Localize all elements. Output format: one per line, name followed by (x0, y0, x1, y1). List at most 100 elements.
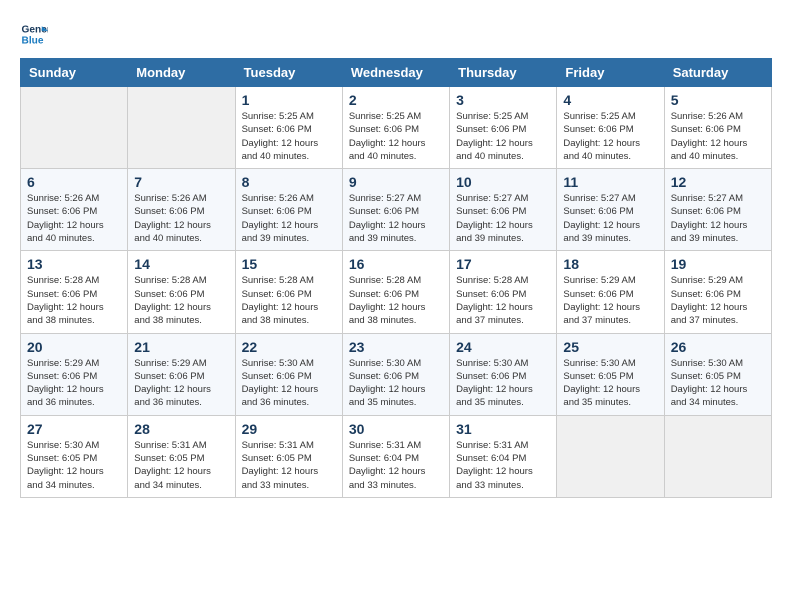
calendar-cell: 12Sunrise: 5:27 AM Sunset: 6:06 PM Dayli… (664, 169, 771, 251)
day-info: Sunrise: 5:30 AM Sunset: 6:05 PM Dayligh… (563, 357, 657, 410)
day-info: Sunrise: 5:25 AM Sunset: 6:06 PM Dayligh… (456, 110, 550, 163)
calendar-cell: 3 Sunrise: 5:25 AM Sunset: 6:06 PM Daylig… (450, 87, 557, 169)
day-number: 15 (242, 256, 336, 272)
calendar-cell: 28 Sunrise: 5:31 AM Sunset: 6:05 PM Dayli… (128, 415, 235, 497)
day-info: Sunrise: 5:30 AM Sunset: 6:06 PM Dayligh… (349, 357, 443, 410)
day-number: 24 (456, 339, 550, 355)
day-of-week-header: Monday (128, 59, 235, 87)
calendar-cell: 7 Sunrise: 5:26 AM Sunset: 6:06 PM Daylig… (128, 169, 235, 251)
day-number: 18 (563, 256, 657, 272)
day-number: 31 (456, 421, 550, 437)
calendar-cell: 21 Sunrise: 5:29 AM Sunset: 6:06 PM Dayli… (128, 333, 235, 415)
day-number: 14 (134, 256, 228, 272)
day-info: Sunrise: 5:30 AM Sunset: 6:06 PM Dayligh… (456, 357, 550, 410)
calendar-cell: 31 Sunrise: 5:31 AM Sunset: 6:04 PM Dayli… (450, 415, 557, 497)
day-number: 13 (27, 256, 121, 272)
calendar-cell: 24 Sunrise: 5:30 AM Sunset: 6:06 PM Dayli… (450, 333, 557, 415)
day-info: Sunrise: 5:29 AM Sunset: 6:06 PM Dayligh… (134, 357, 228, 410)
day-number: 29 (242, 421, 336, 437)
calendar: SundayMondayTuesdayWednesdayThursdayFrid… (20, 58, 772, 498)
day-of-week-header: Thursday (450, 59, 557, 87)
calendar-cell: 15 Sunrise: 5:28 AM Sunset: 6:06 PM Dayli… (235, 251, 342, 333)
calendar-cell: 22Sunrise: 5:30 AM Sunset: 6:06 PM Dayli… (235, 333, 342, 415)
day-info: Sunrise: 5:27 AM Sunset: 6:06 PM Dayligh… (563, 192, 657, 245)
calendar-cell: 29Sunrise: 5:31 AM Sunset: 6:05 PM Dayli… (235, 415, 342, 497)
svg-text:Blue: Blue (22, 35, 44, 46)
calendar-cell: 18 Sunrise: 5:29 AM Sunset: 6:06 PM Dayli… (557, 251, 664, 333)
calendar-cell: 27 Sunrise: 5:30 AM Sunset: 6:05 PM Dayli… (21, 415, 128, 497)
calendar-week-row: 1 Sunrise: 5:25 AM Sunset: 6:06 PM Daylig… (21, 87, 772, 169)
day-number: 10 (456, 174, 550, 190)
day-info: Sunrise: 5:30 AM Sunset: 6:05 PM Dayligh… (671, 357, 765, 410)
day-of-week-header: Sunday (21, 59, 128, 87)
calendar-cell: 13 Sunrise: 5:28 AM Sunset: 6:06 PM Dayli… (21, 251, 128, 333)
day-number: 19 (671, 256, 765, 272)
day-info: Sunrise: 5:30 AM Sunset: 6:05 PM Dayligh… (27, 439, 121, 492)
day-number: 27 (27, 421, 121, 437)
calendar-cell (557, 415, 664, 497)
day-info: Sunrise: 5:27 AM Sunset: 6:06 PM Dayligh… (456, 192, 550, 245)
calendar-cell: 1 Sunrise: 5:25 AM Sunset: 6:06 PM Daylig… (235, 87, 342, 169)
calendar-header-row: SundayMondayTuesdayWednesdayThursdayFrid… (21, 59, 772, 87)
day-number: 11 (563, 174, 657, 190)
day-number: 17 (456, 256, 550, 272)
day-number: 7 (134, 174, 228, 190)
calendar-cell (128, 87, 235, 169)
day-number: 28 (134, 421, 228, 437)
calendar-cell: 11 Sunrise: 5:27 AM Sunset: 6:06 PM Dayli… (557, 169, 664, 251)
day-of-week-header: Friday (557, 59, 664, 87)
day-number: 2 (349, 92, 443, 108)
calendar-cell (21, 87, 128, 169)
day-info: Sunrise: 5:28 AM Sunset: 6:06 PM Dayligh… (134, 274, 228, 327)
day-info: Sunrise: 5:28 AM Sunset: 6:06 PM Dayligh… (27, 274, 121, 327)
day-info: Sunrise: 5:31 AM Sunset: 6:05 PM Dayligh… (134, 439, 228, 492)
day-of-week-header: Wednesday (342, 59, 449, 87)
day-number: 23 (349, 339, 443, 355)
calendar-cell: 5Sunrise: 5:26 AM Sunset: 6:06 PM Daylig… (664, 87, 771, 169)
calendar-cell: 17 Sunrise: 5:28 AM Sunset: 6:06 PM Dayli… (450, 251, 557, 333)
day-info: Sunrise: 5:28 AM Sunset: 6:06 PM Dayligh… (242, 274, 336, 327)
calendar-cell: 4 Sunrise: 5:25 AM Sunset: 6:06 PM Daylig… (557, 87, 664, 169)
day-number: 1 (242, 92, 336, 108)
day-info: Sunrise: 5:30 AM Sunset: 6:06 PM Dayligh… (242, 357, 336, 410)
day-info: Sunrise: 5:31 AM Sunset: 6:04 PM Dayligh… (456, 439, 550, 492)
day-info: Sunrise: 5:26 AM Sunset: 6:06 PM Dayligh… (27, 192, 121, 245)
day-number: 8 (242, 174, 336, 190)
day-number: 21 (134, 339, 228, 355)
calendar-week-row: 20Sunrise: 5:29 AM Sunset: 6:06 PM Dayli… (21, 333, 772, 415)
day-info: Sunrise: 5:25 AM Sunset: 6:06 PM Dayligh… (242, 110, 336, 163)
day-info: Sunrise: 5:25 AM Sunset: 6:06 PM Dayligh… (563, 110, 657, 163)
day-number: 4 (563, 92, 657, 108)
calendar-cell: 2Sunrise: 5:25 AM Sunset: 6:06 PM Daylig… (342, 87, 449, 169)
day-of-week-header: Saturday (664, 59, 771, 87)
day-info: Sunrise: 5:26 AM Sunset: 6:06 PM Dayligh… (134, 192, 228, 245)
day-info: Sunrise: 5:28 AM Sunset: 6:06 PM Dayligh… (456, 274, 550, 327)
calendar-cell: 6 Sunrise: 5:26 AM Sunset: 6:06 PM Daylig… (21, 169, 128, 251)
header: General Blue (20, 20, 772, 48)
day-number: 16 (349, 256, 443, 272)
calendar-cell: 14 Sunrise: 5:28 AM Sunset: 6:06 PM Dayli… (128, 251, 235, 333)
calendar-cell: 23 Sunrise: 5:30 AM Sunset: 6:06 PM Dayli… (342, 333, 449, 415)
calendar-cell (664, 415, 771, 497)
logo-icon: General Blue (20, 20, 48, 48)
day-number: 25 (563, 339, 657, 355)
calendar-cell: 30Sunrise: 5:31 AM Sunset: 6:04 PM Dayli… (342, 415, 449, 497)
day-info: Sunrise: 5:26 AM Sunset: 6:06 PM Dayligh… (242, 192, 336, 245)
calendar-cell: 16Sunrise: 5:28 AM Sunset: 6:06 PM Dayli… (342, 251, 449, 333)
day-number: 3 (456, 92, 550, 108)
calendar-cell: 26 Sunrise: 5:30 AM Sunset: 6:05 PM Dayli… (664, 333, 771, 415)
day-number: 9 (349, 174, 443, 190)
day-info: Sunrise: 5:29 AM Sunset: 6:06 PM Dayligh… (671, 274, 765, 327)
day-info: Sunrise: 5:29 AM Sunset: 6:06 PM Dayligh… (27, 357, 121, 410)
day-number: 6 (27, 174, 121, 190)
day-number: 12 (671, 174, 765, 190)
calendar-cell: 25 Sunrise: 5:30 AM Sunset: 6:05 PM Dayli… (557, 333, 664, 415)
day-of-week-header: Tuesday (235, 59, 342, 87)
calendar-week-row: 27 Sunrise: 5:30 AM Sunset: 6:05 PM Dayli… (21, 415, 772, 497)
day-info: Sunrise: 5:26 AM Sunset: 6:06 PM Dayligh… (671, 110, 765, 163)
day-number: 30 (349, 421, 443, 437)
day-number: 26 (671, 339, 765, 355)
calendar-cell: 9Sunrise: 5:27 AM Sunset: 6:06 PM Daylig… (342, 169, 449, 251)
day-info: Sunrise: 5:29 AM Sunset: 6:06 PM Dayligh… (563, 274, 657, 327)
logo: General Blue (20, 20, 48, 48)
